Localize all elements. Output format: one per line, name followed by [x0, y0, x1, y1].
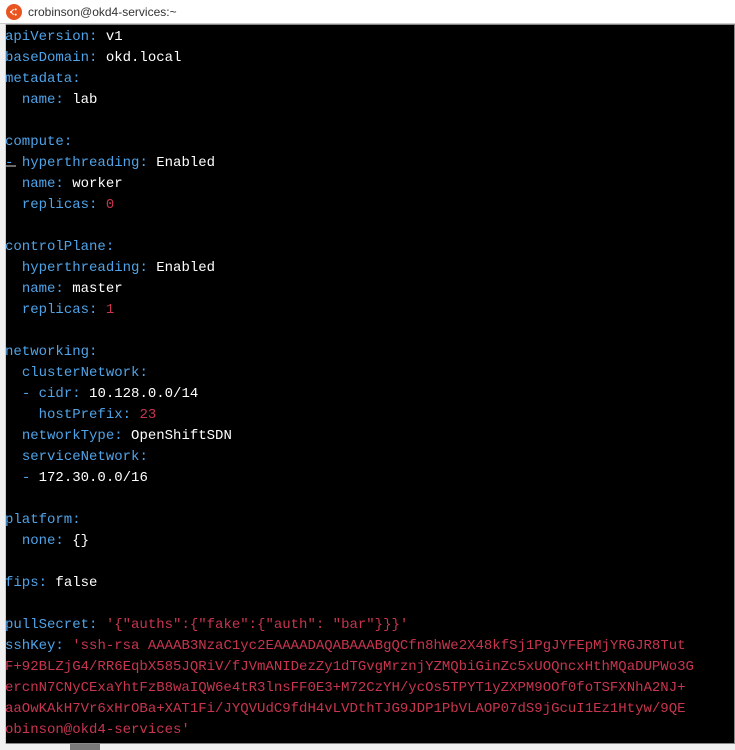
left-scrollbar-track — [0, 24, 6, 750]
yaml-value: {} — [72, 533, 89, 549]
yaml-key: metadata — [5, 71, 72, 87]
yaml-key: hyperthreading — [22, 155, 140, 171]
yaml-key: hostPrefix — [39, 407, 123, 423]
yaml-key: platform — [5, 512, 72, 528]
yaml-key: controlPlane — [5, 239, 106, 255]
sshkey-line: ercnN7CNyCExaYhtFzB8waIQW6e4tR3lnsFF0E3+… — [5, 680, 686, 696]
sshkey-line: obinson@okd4-services' — [5, 722, 190, 738]
yaml-value: 10.128.0.0/14 — [89, 386, 198, 402]
sshkey-line: F+92BLZjG4/RR6EqbX585JQRiV/fJVmANIDezZy1… — [5, 659, 694, 675]
left-indicator — [6, 165, 16, 167]
yaml-key: serviceNetwork — [22, 449, 140, 465]
terminal-content[interactable]: apiVersion: v1 baseDomain: okd.local met… — [0, 24, 735, 744]
ubuntu-icon — [6, 4, 22, 20]
bottom-bar-indicator — [70, 744, 100, 750]
yaml-value: OpenShiftSDN — [131, 428, 232, 444]
yaml-key: name — [22, 92, 56, 108]
yaml-key: fips — [5, 575, 39, 591]
yaml-key: none — [22, 533, 56, 549]
yaml-key: hyperthreading — [22, 260, 140, 276]
yaml-value: 1 — [106, 302, 114, 318]
yaml-key: cidr — [39, 386, 73, 402]
yaml-value: 0 — [106, 197, 114, 213]
yaml-value: '{"auths":{"fake":{"auth": "bar"}}}' — [106, 617, 408, 633]
yaml-value: okd.local — [106, 50, 182, 66]
yaml-value: 172.30.0.0/16 — [39, 470, 148, 486]
yaml-value: master — [72, 281, 122, 297]
yaml-key: replicas — [22, 197, 89, 213]
sshkey-line: aaOwKAkH7Vr6xHrOBa+XAT1Fi/JYQVUdC9fdH4vL… — [5, 701, 686, 717]
yaml-key: networkType — [22, 428, 114, 444]
window-titlebar: crobinson@okd4-services:~ — [0, 0, 735, 24]
yaml-key: clusterNetwork — [22, 365, 140, 381]
yaml-key: replicas — [22, 302, 89, 318]
yaml-key: name — [22, 176, 56, 192]
yaml-key: apiVersion — [5, 29, 89, 45]
yaml-key: baseDomain — [5, 50, 89, 66]
sshkey-line: 'ssh-rsa AAAAB3NzaC1yc2EAAAADAQABAAABgQC… — [72, 638, 685, 654]
yaml-value: v1 — [106, 29, 123, 45]
yaml-value: lab — [72, 92, 97, 108]
yaml-value: Enabled — [156, 155, 215, 171]
bottom-bar — [0, 744, 735, 750]
yaml-value: false — [55, 575, 97, 591]
yaml-key: networking — [5, 344, 89, 360]
yaml-key: name — [22, 281, 56, 297]
window-title: crobinson@okd4-services:~ — [28, 5, 177, 19]
yaml-value: Enabled — [156, 260, 215, 276]
yaml-key: sshKey — [5, 638, 55, 654]
yaml-value: 23 — [139, 407, 156, 423]
yaml-value: worker — [72, 176, 122, 192]
yaml-key: pullSecret — [5, 617, 89, 633]
yaml-key: compute — [5, 134, 64, 150]
